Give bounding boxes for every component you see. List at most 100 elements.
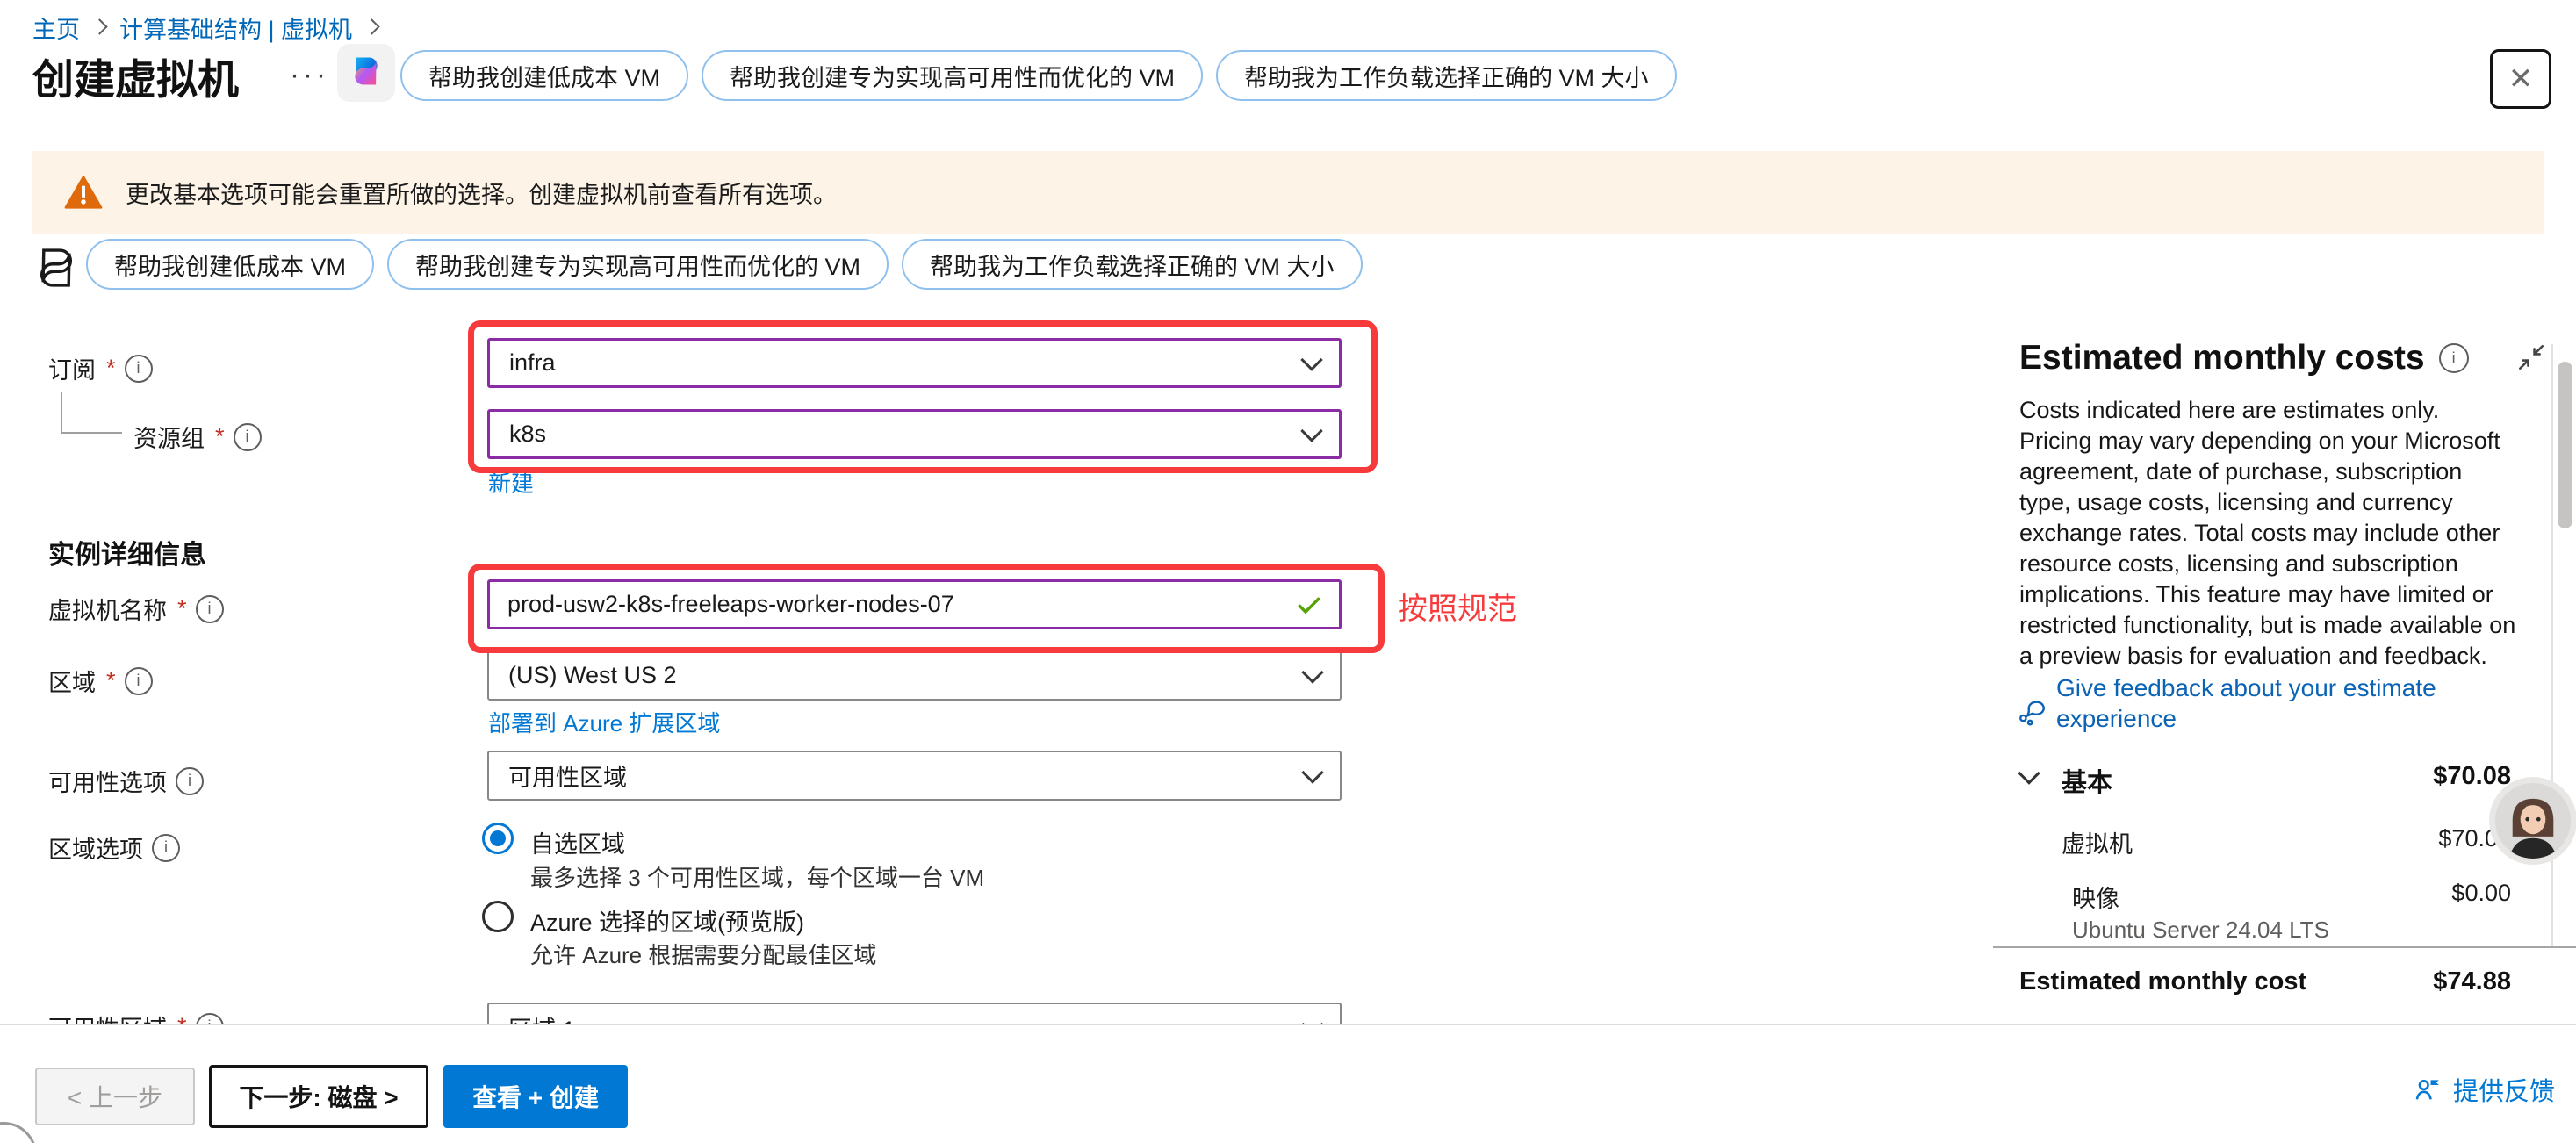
info-icon[interactable]: i: [196, 595, 224, 623]
chevron-down-icon: [1301, 761, 1323, 783]
more-options-button[interactable]: ···: [290, 58, 329, 91]
availability-options-label: 可用性选项 i: [48, 764, 204, 798]
cost-total-value: $74.88: [2283, 967, 2511, 996]
resource-group-dropdown[interactable]: k8s: [487, 409, 1342, 459]
check-icon: [1295, 591, 1323, 619]
suggestion-high-availability-vm[interactable]: 帮助我创建专为实现高可用性而优化的 VM: [702, 50, 1203, 101]
page-title: 创建虚拟机: [32, 46, 239, 106]
availability-options-dropdown[interactable]: 可用性区域: [487, 751, 1342, 801]
cost-item-label: 虚拟机: [2062, 825, 2133, 859]
region-dropdown[interactable]: (US) West US 2: [487, 651, 1342, 701]
suggestion-low-cost-vm-2[interactable]: 帮助我创建低成本 VM: [86, 239, 374, 290]
breadcrumb-section-link[interactable]: 计算基础结构 | 虚拟机: [119, 11, 352, 45]
copilot-suggestions-inline: 帮助我创建低成本 VM 帮助我创建专为实现高可用性而优化的 VM 帮助我为工作负…: [86, 239, 1363, 290]
availability-options-value: 可用性区域: [508, 758, 627, 793]
subscription-value: infra: [509, 349, 556, 377]
suggestion-low-cost-vm[interactable]: 帮助我创建低成本 VM: [400, 50, 688, 101]
expander-chevron-icon[interactable]: [2018, 762, 2040, 784]
resource-group-value: k8s: [509, 421, 546, 448]
required-mark: *: [215, 423, 225, 450]
region-label-text: 区域: [48, 664, 96, 698]
info-icon[interactable]: i: [125, 667, 153, 695]
info-icon[interactable]: i: [152, 834, 180, 862]
vm-name-label-text: 虚拟机名称: [48, 592, 167, 626]
copilot-button[interactable]: [337, 44, 395, 102]
cost-item-subtext: Ubuntu Server 24.04 LTS: [2072, 917, 2329, 944]
annotation-text: 按照规范: [1398, 585, 1517, 628]
required-mark: *: [106, 355, 116, 382]
suggestion-right-vm-size-2[interactable]: 帮助我为工作负载选择正确的 VM 大小: [902, 239, 1363, 290]
warning-banner: 更改基本选项可能会重置所做的选择。创建虚拟机前查看所有选项。: [32, 151, 2544, 234]
estimate-feedback-link[interactable]: Give feedback about your estimate experi…: [2056, 672, 2522, 734]
scrollbar-track: [2551, 344, 2553, 946]
chevron-right-icon: [91, 18, 107, 34]
info-icon[interactable]: i: [125, 355, 153, 383]
region-label: 区域 * i: [48, 664, 153, 698]
radio-azure-selected-zones-label: Azure 选择的区域(预览版): [530, 903, 804, 938]
subscription-label: 订阅 * i: [48, 351, 153, 385]
footer-bar: < 上一步 下一步: 磁盘 > 查看 + 创建 提供反馈: [0, 1024, 2576, 1143]
chat-feedback-icon: [2018, 695, 2047, 733]
zone-options-label: 区域选项 i: [48, 830, 180, 865]
radio-self-selected-zones[interactable]: [482, 823, 514, 854]
info-icon[interactable]: i: [176, 767, 204, 795]
info-icon[interactable]: i: [2439, 343, 2469, 373]
chevron-down-icon: [1300, 420, 1322, 442]
subscription-dropdown[interactable]: infra: [487, 338, 1342, 388]
info-icon[interactable]: i: [234, 423, 262, 451]
give-feedback-link[interactable]: 提供反馈: [2413, 1071, 2555, 1108]
edge-zone-link[interactable]: 部署到 Azure 扩展区域: [488, 706, 720, 738]
elbow-connector-horizontal: [61, 432, 122, 434]
close-button[interactable]: ✕: [2490, 49, 2551, 109]
vm-name-field: [487, 579, 1342, 629]
review-create-button[interactable]: 查看 + 创建: [443, 1065, 628, 1128]
copilot-outline-icon: [32, 244, 80, 296]
required-mark: *: [177, 595, 187, 622]
breadcrumb-home-link[interactable]: 主页: [32, 11, 80, 45]
resource-group-label: 资源组 * i: [133, 420, 262, 454]
cost-panel-title-text: Estimated monthly costs: [2019, 339, 2425, 377]
elbow-connector-vertical: [61, 392, 62, 434]
vm-name-label: 虚拟机名称 * i: [48, 592, 224, 626]
previous-button[interactable]: < 上一步: [35, 1068, 195, 1125]
cost-disclaimer: Costs indicated here are estimates only.…: [2019, 395, 2518, 672]
warning-message: 更改基本选项可能会重置所做的选择。创建虚拟机前查看所有选项。: [126, 176, 837, 210]
cost-group-value: $70.08: [2283, 762, 2511, 791]
instance-details-heading: 实例详细信息: [48, 533, 206, 572]
create-new-resource-group-link[interactable]: 新建: [488, 466, 534, 499]
create-vm-page: 主页 计算基础结构 | 虚拟机 创建虚拟机 ··· 帮助我创: [0, 0, 2576, 1143]
required-mark: *: [106, 667, 116, 694]
cost-divider: [1993, 946, 2576, 948]
assistant-avatar[interactable]: [2495, 783, 2571, 859]
vm-name-input[interactable]: [506, 590, 1295, 619]
warning-icon: [64, 175, 103, 210]
suggestion-high-availability-vm-2[interactable]: 帮助我创建专为实现高可用性而优化的 VM: [387, 239, 889, 290]
region-value: (US) West US 2: [508, 662, 677, 689]
person-feedback-icon: [2413, 1075, 2443, 1104]
chevron-down-icon: [1300, 349, 1322, 370]
cost-group-label[interactable]: 基本: [2062, 762, 2112, 799]
radio-self-selected-zones-label: 自选区域: [530, 825, 625, 859]
radio-azure-selected-zones[interactable]: [482, 901, 514, 932]
next-disks-button[interactable]: 下一步: 磁盘 >: [209, 1065, 428, 1128]
scrollbar-thumb[interactable]: [2558, 362, 2572, 528]
collapse-icon[interactable]: [2516, 342, 2546, 377]
availability-options-label-text: 可用性选项: [48, 764, 167, 798]
chevron-down-icon: [1301, 661, 1323, 683]
radio-self-selected-zones-description: 最多选择 3 个可用性区域，每个区域一台 VM: [530, 860, 984, 893]
cost-total-label: Estimated monthly cost: [2019, 967, 2306, 996]
breadcrumb: 主页 计算基础结构 | 虚拟机: [32, 11, 392, 45]
chevron-right-icon: [363, 18, 379, 34]
radio-azure-selected-zones-description: 允许 Azure 根据需要分配最佳区域: [530, 938, 876, 970]
cost-panel-title: Estimated monthly costs i: [2019, 339, 2469, 377]
zone-options-label-text: 区域选项: [48, 830, 143, 865]
copilot-suggestions-top: 帮助我创建低成本 VM 帮助我创建专为实现高可用性而优化的 VM 帮助我为工作负…: [400, 50, 1677, 101]
give-feedback-label: 提供反馈: [2453, 1071, 2555, 1108]
cost-item-value: $70.08: [2283, 825, 2511, 852]
cost-item-label: 映像: [2072, 880, 2119, 914]
close-icon: ✕: [2508, 61, 2534, 97]
subscription-label-text: 订阅: [48, 351, 96, 385]
suggestion-right-vm-size[interactable]: 帮助我为工作负载选择正确的 VM 大小: [1216, 50, 1677, 101]
resource-group-label-text: 资源组: [133, 420, 205, 454]
cost-item-value: $0.00: [2283, 880, 2511, 907]
